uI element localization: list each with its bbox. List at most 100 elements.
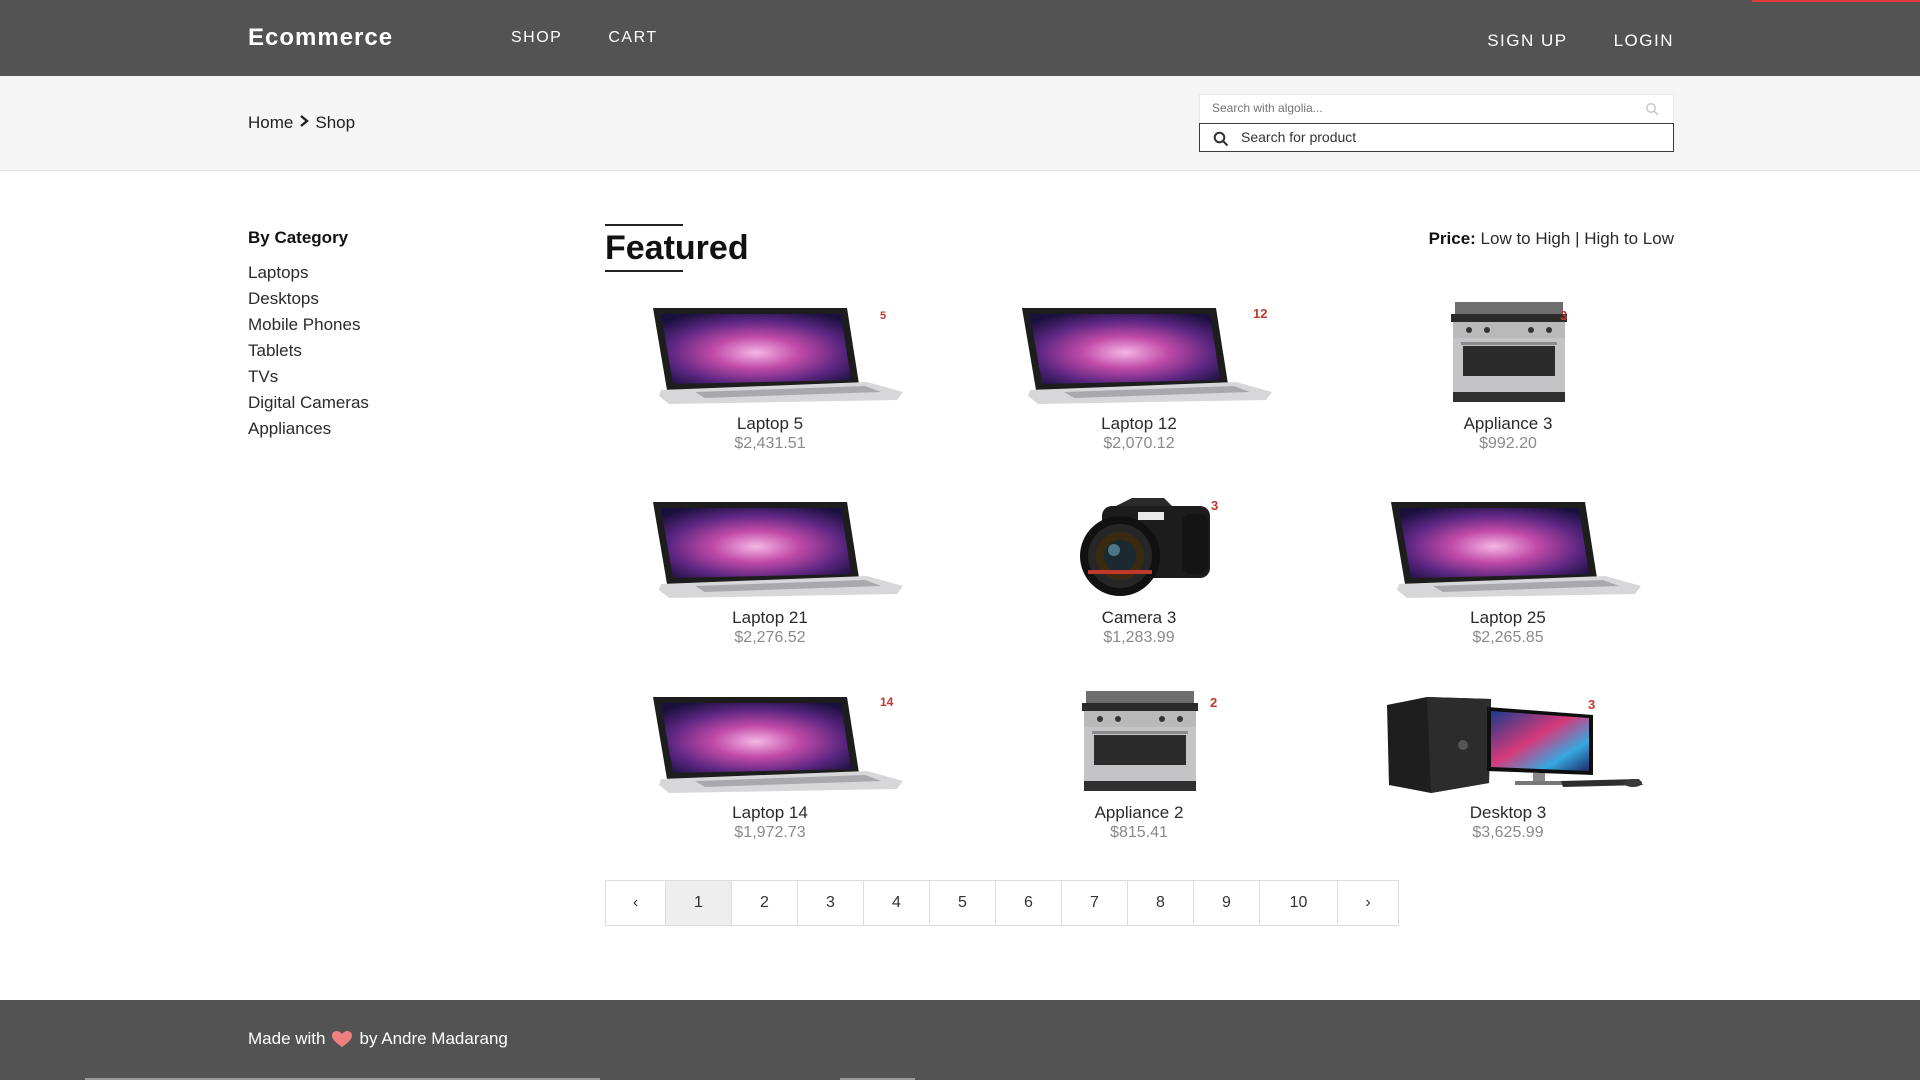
category-sidebar: By Category Laptops Desktops Mobile Phon…	[248, 228, 508, 442]
section-heading: Featured	[605, 224, 749, 272]
nav-shop[interactable]: SHOP	[511, 29, 562, 47]
laptop-icon	[1391, 502, 1641, 598]
product-search	[1199, 123, 1674, 152]
category-tvs[interactable]: TVs	[248, 364, 508, 390]
product-name[interactable]: Appliance 3	[1343, 414, 1673, 434]
product-card[interactable]: 3 Appliance 3 $992.20	[1343, 298, 1673, 468]
price-sort: Price: Low to High | High to Low	[1429, 229, 1674, 249]
page-8[interactable]: 8	[1128, 881, 1194, 925]
page-2[interactable]: 2	[732, 881, 798, 925]
product-price: $992.20	[1479, 435, 1537, 452]
search-icon[interactable]	[1645, 102, 1659, 116]
stove-icon	[1451, 302, 1567, 402]
category-digital-cameras[interactable]: Digital Cameras	[248, 390, 508, 416]
product-grid: 5 Laptop 5 $2,431.51 12 Laptop 12 $2,070…	[605, 298, 1674, 853]
category-list: Laptops Desktops Mobile Phones Tablets T…	[248, 260, 508, 442]
page-1[interactable]: 1	[666, 881, 732, 925]
nav-cart[interactable]: CART	[608, 29, 657, 47]
product-price: $2,276.52	[734, 629, 806, 646]
brand-logo[interactable]: Ecommerce	[248, 24, 393, 52]
product-card[interactable]: 2 Appliance 2 $815.41	[974, 687, 1304, 857]
category-laptops[interactable]: Laptops	[248, 260, 508, 286]
pagination: ‹ 1 2 3 4 5 6 7 8 9 10 ›	[605, 880, 1399, 926]
stock-badge: 3	[1560, 308, 1568, 323]
page-9[interactable]: 9	[1194, 881, 1260, 925]
page-6[interactable]: 6	[996, 881, 1062, 925]
stock-badge: 2	[1210, 695, 1218, 710]
product-name[interactable]: Laptop 21	[605, 608, 935, 628]
breadcrumb-home[interactable]: Home	[248, 113, 293, 133]
page-5[interactable]: 5	[930, 881, 996, 925]
footer-credit: Made with by Andre Madarang	[248, 1029, 508, 1049]
product-name[interactable]: Laptop 25	[1343, 608, 1673, 628]
stock-badge: 3	[1588, 697, 1596, 712]
product-name[interactable]: Appliance 2	[974, 803, 1304, 823]
breadcrumb: Home Shop	[248, 113, 355, 133]
search-icon	[1213, 131, 1229, 147]
product-image[interactable]	[974, 687, 1304, 799]
pagination-prev[interactable]: ‹	[606, 881, 666, 925]
category-appliances[interactable]: Appliances	[248, 416, 508, 442]
algolia-search-input[interactable]	[1212, 101, 1612, 115]
stock-badge: 12	[1253, 306, 1268, 321]
nav-login[interactable]: LOGIN	[1614, 31, 1674, 51]
camera-icon	[1080, 498, 1210, 596]
product-card[interactable]: 12 Laptop 12 $2,070.12	[974, 298, 1304, 468]
page-3[interactable]: 3	[798, 881, 864, 925]
page-title: Featured	[605, 229, 749, 267]
product-name[interactable]: Camera 3	[974, 608, 1304, 628]
product-name[interactable]: Desktop 3	[1343, 803, 1673, 823]
sort-low-to-high[interactable]: Low to High	[1481, 229, 1571, 248]
heading-rule-top	[605, 224, 683, 226]
product-price: $1,283.99	[1103, 629, 1175, 646]
sort-separator: |	[1575, 229, 1580, 248]
stove-icon	[1082, 691, 1198, 791]
product-image[interactable]	[974, 492, 1304, 604]
product-image[interactable]	[1343, 492, 1673, 604]
product-name[interactable]: Laptop 14	[605, 803, 935, 823]
product-price: $2,265.85	[1472, 629, 1544, 646]
breadcrumb-current: Shop	[315, 113, 356, 132]
laptop-icon	[653, 502, 903, 598]
footer-author: by Andre Madarang	[359, 1029, 508, 1048]
footer: Made with by Andre Madarang	[0, 1000, 1920, 1080]
sidebar-title: By Category	[248, 228, 349, 247]
heart-icon	[332, 1031, 353, 1047]
product-image[interactable]	[1343, 687, 1673, 799]
pagination-next[interactable]: ›	[1338, 881, 1398, 925]
product-image[interactable]	[1343, 298, 1673, 410]
category-tablets[interactable]: Tablets	[248, 338, 508, 364]
footer-made-with: Made with	[248, 1029, 326, 1048]
product-price: $1,972.73	[734, 824, 806, 841]
product-name[interactable]: Laptop 12	[974, 414, 1304, 434]
product-card[interactable]: Laptop 21 $2,276.52	[605, 492, 935, 662]
page-10[interactable]: 10	[1260, 881, 1338, 925]
page-4[interactable]: 4	[864, 881, 930, 925]
stock-badge: 14	[880, 695, 894, 709]
product-price: $3,625.99	[1472, 824, 1544, 841]
nav-sign-up[interactable]: SIGN UP	[1487, 31, 1567, 51]
product-card[interactable]: 5 Laptop 5 $2,431.51	[605, 298, 935, 468]
sort-high-to-low[interactable]: High to Low	[1584, 229, 1674, 248]
breadcrumb-bar: Home Shop	[0, 76, 1920, 171]
product-price: $2,070.12	[1103, 435, 1175, 452]
category-mobile-phones[interactable]: Mobile Phones	[248, 312, 508, 338]
sort-label: Price:	[1428, 229, 1476, 248]
product-card[interactable]: 3 Desktop 3 $3,625.99	[1343, 687, 1673, 857]
product-card[interactable]: Laptop 25 $2,265.85	[1343, 492, 1673, 662]
laptop-icon	[653, 308, 903, 404]
chevron-right-icon	[299, 114, 310, 132]
product-card[interactable]: 3 Camera 3 $1,283.99	[974, 492, 1304, 662]
category-desktops[interactable]: Desktops	[248, 286, 508, 312]
page-7[interactable]: 7	[1062, 881, 1128, 925]
stock-badge: 5	[880, 310, 887, 322]
product-image[interactable]	[605, 492, 935, 604]
product-name[interactable]: Laptop 5	[605, 414, 935, 434]
heading-rule-bottom	[605, 270, 683, 272]
product-price: $815.41	[1110, 824, 1168, 841]
product-card[interactable]: 14 Laptop 14 $1,972.73	[605, 687, 935, 857]
top-navbar: Ecommerce SHOP CART SIGN UP LOGIN	[0, 0, 1920, 76]
stock-badge: 3	[1211, 498, 1219, 513]
product-search-input[interactable]	[1241, 129, 1661, 145]
laptop-icon	[1022, 308, 1272, 404]
